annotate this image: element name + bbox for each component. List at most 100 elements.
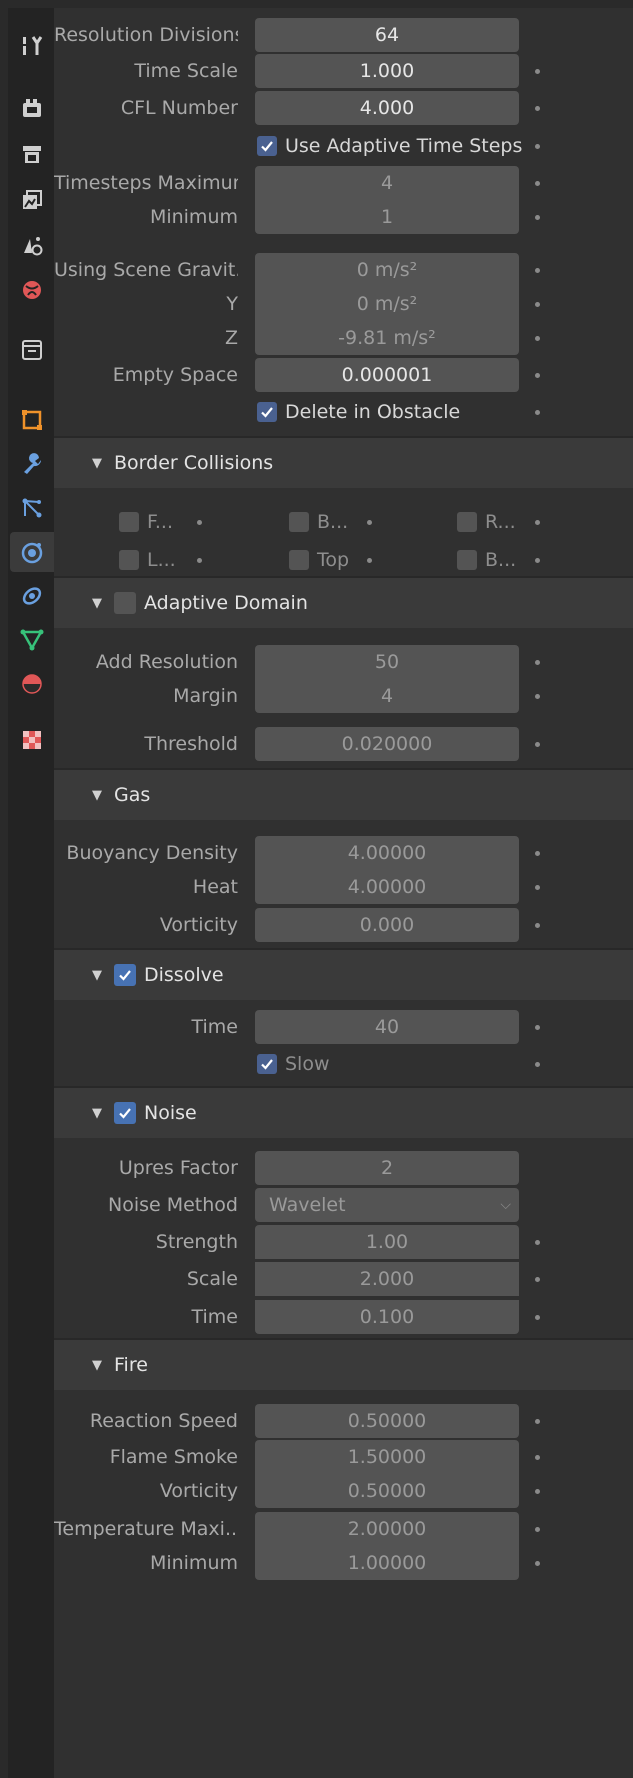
keyframe-dot[interactable] [535, 923, 540, 928]
keyframe-dot[interactable] [535, 1025, 540, 1030]
gravity-y-label: Y [226, 293, 238, 315]
keyframe-dot[interactable] [535, 1455, 540, 1460]
gravity-z-field[interactable]: -9.81 m/s² [255, 321, 519, 355]
keyframe-dot[interactable] [535, 181, 540, 186]
keyframe-dot[interactable] [535, 885, 540, 890]
keyframe-dot[interactable] [197, 558, 202, 563]
collection-icon[interactable] [10, 330, 54, 370]
keyframe-dot[interactable] [535, 1489, 540, 1494]
margin-field[interactable]: 4 [255, 679, 519, 713]
collision-right-checkbox[interactable]: R... [457, 505, 516, 539]
keyframe-dot[interactable] [367, 520, 372, 525]
view-layer-icon[interactable] [10, 180, 54, 220]
keyframe-dot[interactable] [535, 694, 540, 699]
keyframe-dot[interactable] [535, 69, 540, 74]
keyframe-dot[interactable] [535, 660, 540, 665]
expand-arrow-icon: ▼ [92, 595, 102, 611]
dissolve-time-field[interactable]: 40 [255, 1010, 519, 1044]
keyframe-dot[interactable] [535, 851, 540, 856]
keyframe-dot[interactable] [535, 106, 540, 111]
border-collisions-header[interactable]: ▼ Border Collisions [54, 438, 633, 488]
noise-checkbox[interactable] [114, 1102, 136, 1124]
heat-label: Heat [192, 876, 238, 898]
keyframe-dot[interactable] [535, 1419, 540, 1424]
data-icon[interactable] [10, 620, 54, 660]
material-icon[interactable] [10, 664, 54, 704]
collision-bottom-checkbox[interactable]: B... [457, 543, 516, 577]
noise-header[interactable]: ▼ Noise [54, 1088, 633, 1138]
keyframe-dot[interactable] [535, 1561, 540, 1566]
collision-back-checkbox[interactable]: B... [289, 505, 348, 539]
threshold-label: Threshold [144, 733, 238, 755]
timesteps-maximum-field[interactable]: 4 [255, 166, 519, 200]
keyframe-dot[interactable] [535, 336, 540, 341]
delete-in-obstacle-label: Delete in Obstacle [285, 401, 461, 423]
add-resolution-field[interactable]: 50 [255, 645, 519, 679]
fire-header[interactable]: ▼ Fire [54, 1340, 633, 1390]
gas-header[interactable]: ▼ Gas [54, 770, 633, 820]
resolution-divisions-field[interactable]: 64 [255, 18, 519, 52]
threshold-field[interactable]: 0.020000 [255, 727, 519, 761]
delete-in-obstacle-checkbox[interactable]: Delete in Obstacle [257, 395, 460, 429]
keyframe-dot[interactable] [535, 268, 540, 273]
dissolve-checkbox[interactable] [114, 964, 136, 986]
timesteps-minimum-field[interactable]: 1 [255, 200, 519, 234]
dissolve-header[interactable]: ▼ Dissolve [54, 950, 633, 1000]
cfl-number-field[interactable]: 4.000 [255, 91, 519, 125]
adaptive-domain-checkbox[interactable] [114, 592, 136, 614]
collision-front-label: F... [147, 511, 173, 533]
checkbox-unchecked-icon [289, 512, 309, 532]
fire-vorticity-field[interactable]: 0.50000 [255, 1474, 519, 1508]
buoyancy-density-field[interactable]: 4.00000 [255, 836, 519, 870]
tool-icon[interactable] [10, 26, 54, 66]
empty-space-field[interactable]: 0.000001 [255, 358, 519, 392]
temperature-maximum-field[interactable]: 2.00000 [255, 1512, 519, 1546]
collision-top-checkbox[interactable]: Top [289, 543, 349, 577]
empty-space-label: Empty Space [112, 364, 238, 386]
noise-scale-field[interactable]: 2.000 [255, 1262, 519, 1296]
keyframe-dot[interactable] [535, 215, 540, 220]
keyframe-dot[interactable] [535, 1315, 540, 1320]
noise-method-dropdown[interactable]: Wavelet ⌵ [255, 1188, 519, 1222]
keyframe-dot[interactable] [535, 410, 540, 415]
gas-vorticity-field[interactable]: 0.000 [255, 908, 519, 942]
keyframe-dot[interactable] [535, 1240, 540, 1245]
time-scale-field[interactable]: 1.000 [255, 54, 519, 88]
use-adaptive-time-steps-checkbox[interactable]: Use Adaptive Time Steps [257, 129, 522, 163]
noise-time-field[interactable]: 0.100 [255, 1300, 519, 1334]
gravity-y-field[interactable]: 0 m/s² [255, 287, 519, 321]
collision-front-checkbox[interactable]: F... [119, 505, 173, 539]
output-icon[interactable] [10, 134, 54, 174]
gas-vorticity-label: Vorticity [159, 914, 238, 936]
noise-strength-field[interactable]: 1.00 [255, 1225, 519, 1259]
temperature-minimum-field[interactable]: 1.00000 [255, 1546, 519, 1580]
keyframe-dot[interactable] [535, 520, 540, 525]
physics-icon[interactable] [10, 532, 54, 572]
reaction-speed-field[interactable]: 0.50000 [255, 1404, 519, 1438]
keyframe-dot[interactable] [535, 1062, 540, 1067]
keyframe-dot[interactable] [367, 558, 372, 563]
flame-smoke-field[interactable]: 1.50000 [255, 1440, 519, 1474]
gravity-x-field[interactable]: 0 m/s² [255, 253, 519, 287]
particles-icon[interactable] [10, 488, 54, 528]
keyframe-dot[interactable] [535, 742, 540, 747]
scene-icon[interactable] [10, 226, 54, 266]
render-icon[interactable] [10, 88, 54, 128]
keyframe-dot[interactable] [535, 144, 540, 149]
collision-left-checkbox[interactable]: L... [119, 543, 176, 577]
keyframe-dot[interactable] [535, 1277, 540, 1282]
keyframe-dot[interactable] [535, 558, 540, 563]
keyframe-dot[interactable] [535, 302, 540, 307]
slow-checkbox[interactable]: Slow [257, 1047, 330, 1081]
keyframe-dot[interactable] [535, 373, 540, 378]
world-icon[interactable] [10, 270, 54, 310]
texture-icon[interactable] [10, 720, 54, 760]
object-icon[interactable] [10, 400, 54, 440]
keyframe-dot[interactable] [197, 520, 202, 525]
upres-factor-field[interactable]: 2 [255, 1151, 519, 1185]
adaptive-domain-header[interactable]: ▼ Adaptive Domain [54, 578, 633, 628]
keyframe-dot[interactable] [535, 1527, 540, 1532]
heat-field[interactable]: 4.00000 [255, 870, 519, 904]
constraints-icon[interactable] [10, 576, 54, 616]
modifier-icon[interactable] [10, 444, 54, 484]
